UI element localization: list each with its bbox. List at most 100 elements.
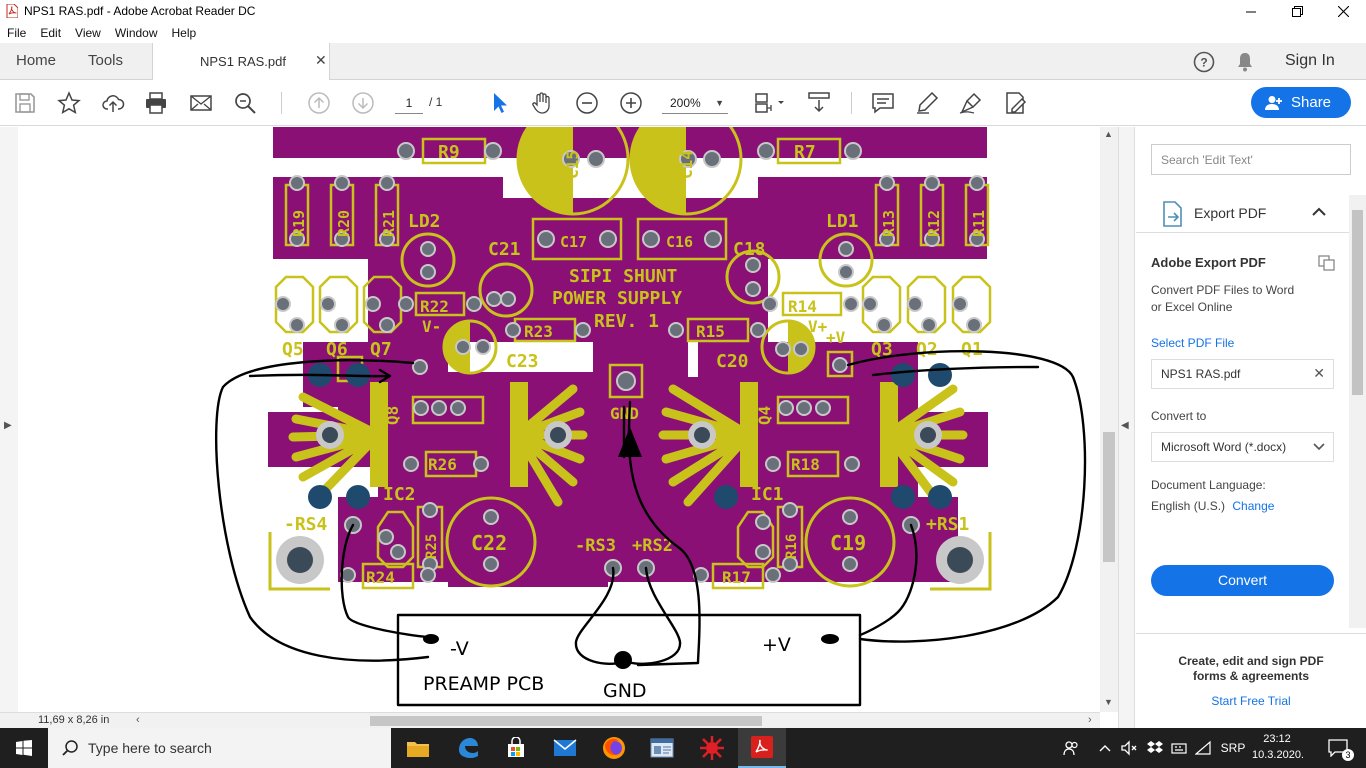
zoom-in-button[interactable]	[619, 91, 643, 115]
tray-volume[interactable]	[1118, 728, 1140, 768]
email-button[interactable]	[189, 91, 213, 115]
highlight-button[interactable]	[915, 91, 939, 115]
sign-button[interactable]	[959, 91, 983, 115]
previous-page-button[interactable]	[307, 91, 331, 115]
label-ic2: IC2	[383, 484, 416, 505]
label-q5: Q5	[282, 339, 304, 360]
left-pane-toggle-icon[interactable]: ▶	[4, 420, 12, 431]
tab-document[interactable]: NPS1 RAS.pdf ✕	[152, 43, 330, 80]
document-viewport[interactable]: R9 R7 C15 C14 R19 R20 R21 LD2 C17 C16 C1…	[0, 127, 1118, 712]
clear-file-icon[interactable]: ✕	[1313, 365, 1325, 382]
close-window-button[interactable]	[1320, 0, 1366, 23]
menu-file[interactable]: File	[7, 26, 26, 40]
edit-text-search-input[interactable]: Search 'Edit Text'	[1151, 144, 1351, 175]
menu-help[interactable]: Help	[172, 26, 197, 40]
arrow-up-circle-icon	[308, 92, 330, 114]
close-tab-icon[interactable]: ✕	[315, 52, 327, 69]
find-button[interactable]	[233, 91, 257, 115]
save-button[interactable]	[13, 91, 37, 115]
page-number-input[interactable]: 1	[395, 92, 423, 114]
help-icon[interactable]: ?	[1193, 51, 1215, 73]
document-vertical-scrollbar[interactable]: ▲ ▼	[1100, 127, 1118, 712]
pcb-layout-drawing: R9 R7 C15 C14 R19 R20 R21 LD2 C17 C16 C1…	[214, 127, 1087, 707]
upload-button[interactable]	[101, 91, 125, 115]
document-horizontal-scrollbar[interactable]: 11,69 x 8,26 in ‹ ›	[0, 712, 1100, 728]
title-bar: NPS1 RAS.pdf - Adobe Acrobat Reader DC	[0, 0, 1366, 23]
taskbar-file-explorer[interactable]	[394, 728, 442, 768]
taskbar-acrobat-active[interactable]	[738, 728, 786, 768]
taskbar-window-app[interactable]	[638, 728, 686, 768]
taskbar-edge[interactable]	[444, 728, 492, 768]
label-r22: R22	[420, 297, 449, 316]
horizontal-scroll-thumb[interactable]	[370, 716, 762, 726]
right-pane-toggle-icon[interactable]: ◀	[1121, 420, 1129, 431]
change-language-link[interactable]: Change	[1232, 499, 1274, 513]
restore-button[interactable]	[1274, 0, 1320, 23]
minimize-button[interactable]	[1228, 0, 1274, 23]
label-r25: R25	[424, 534, 440, 559]
convert-to-label: Convert to	[1151, 409, 1207, 423]
tools-pane-scrollbar[interactable]	[1349, 195, 1366, 628]
hand-tool-button[interactable]	[530, 91, 554, 115]
toolbar-separator	[281, 92, 282, 114]
taskbar-clock[interactable]: 23:12 10.3.2020.	[1252, 731, 1304, 763]
tray-dropbox[interactable]	[1144, 728, 1166, 768]
scroll-right-icon[interactable]: ›	[1088, 714, 1092, 726]
next-page-button[interactable]	[351, 91, 375, 115]
scroll-left-icon[interactable]: ‹	[136, 714, 140, 726]
menu-view[interactable]: View	[75, 26, 101, 40]
convert-button[interactable]: Convert	[1151, 565, 1334, 596]
label-q2: Q2	[916, 339, 938, 360]
tray-wifi[interactable]	[1192, 728, 1214, 768]
start-free-trial-link[interactable]: Start Free Trial	[1136, 694, 1366, 708]
menu-edit[interactable]: Edit	[40, 26, 61, 40]
tray-language[interactable]: SRP	[1220, 728, 1246, 768]
tray-network-keyboard[interactable]	[1168, 728, 1190, 768]
label-rs3: -RS3	[575, 536, 616, 556]
tools-pane-scroll-thumb[interactable]	[1352, 210, 1363, 395]
sign-in-link[interactable]: Sign In	[1285, 52, 1335, 70]
selected-file-name: NPS1 RAS.pdf	[1161, 367, 1241, 381]
scroll-mode-button[interactable]	[807, 91, 831, 115]
scroll-down-icon[interactable]: ▼	[1104, 697, 1113, 707]
tab-home[interactable]: Home	[16, 52, 56, 69]
tray-people[interactable]	[1060, 728, 1082, 768]
acrobat-pdf-icon	[6, 4, 18, 18]
comment-button[interactable]	[871, 91, 895, 115]
zoom-level-select[interactable]: 200% ▼	[662, 92, 728, 114]
select-pdf-file-link[interactable]: Select PDF File	[1151, 336, 1234, 350]
page-display-button[interactable]	[753, 91, 785, 115]
print-button[interactable]	[144, 91, 168, 115]
label-r9: R9	[438, 142, 460, 163]
share-button[interactable]: Share	[1251, 87, 1351, 118]
taskbar-firefox[interactable]	[590, 728, 638, 768]
scroll-up-icon[interactable]: ▲	[1104, 129, 1113, 139]
tab-tools[interactable]: Tools	[88, 52, 123, 69]
taskbar-mail[interactable]	[541, 728, 589, 768]
export-pdf-header[interactable]: Export PDF	[1136, 195, 1349, 233]
action-center-button[interactable]: 3	[1318, 728, 1358, 768]
start-button[interactable]	[0, 728, 48, 768]
sketch-label-plus-v: +V	[762, 634, 791, 656]
zoom-out-button[interactable]	[575, 91, 599, 115]
tray-overflow[interactable]	[1096, 728, 1114, 768]
taskbar-search-box[interactable]: Type here to search	[48, 728, 391, 768]
copy-files-icon[interactable]	[1318, 255, 1336, 271]
notification-count-badge: 3	[1342, 749, 1354, 761]
label-rs4: -RS4	[284, 514, 328, 535]
menu-window[interactable]: Window	[115, 26, 158, 40]
taskbar-store[interactable]	[492, 728, 540, 768]
more-tools-button[interactable]	[1003, 91, 1027, 115]
select-tool-button[interactable]	[487, 91, 511, 115]
vertical-scroll-thumb[interactable]	[1103, 432, 1115, 562]
label-r19: R19	[290, 210, 308, 237]
bookmark-button[interactable]	[57, 91, 81, 115]
taskbar-pcb-app[interactable]	[688, 728, 736, 768]
edge-browser-icon	[459, 738, 478, 758]
selected-file-field[interactable]: NPS1 RAS.pdf ✕	[1151, 359, 1334, 389]
document-language-value: English (U.S.)	[1151, 499, 1226, 513]
convert-to-select[interactable]: Microsoft Word (*.docx)	[1151, 432, 1334, 462]
chevron-up-icon[interactable]	[1312, 207, 1326, 217]
notifications-bell-icon[interactable]	[1235, 51, 1255, 73]
folder-icon	[407, 742, 429, 757]
